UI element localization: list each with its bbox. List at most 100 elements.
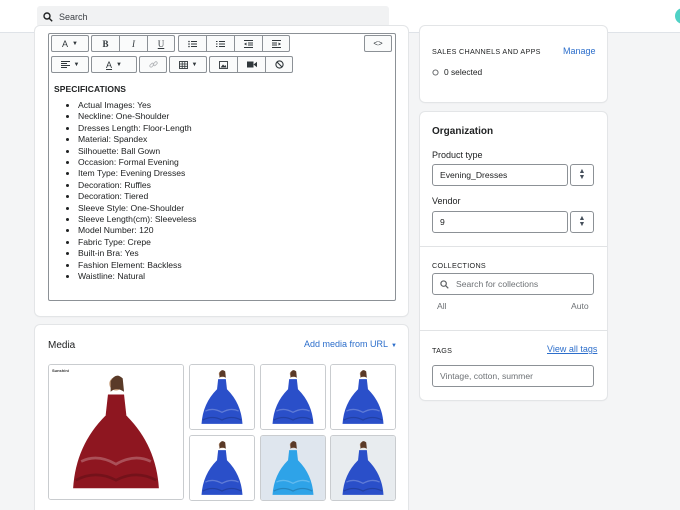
chevron-down-icon: ▼ — [191, 61, 198, 68]
align-left-icon — [60, 61, 70, 68]
list-item: Item Type: Evening Dresses — [78, 168, 391, 179]
brand-watermark: Sunshini — [52, 368, 69, 373]
collections-all-label: All — [437, 301, 447, 311]
media-thumbnail[interactable] — [189, 435, 255, 501]
media-thumbnail[interactable] — [260, 435, 326, 501]
list-item: Model Number: 120 — [78, 225, 391, 236]
sales-channels-status: 0 selected — [432, 67, 482, 77]
vendor-label: Vendor — [432, 196, 461, 206]
list-item: Occasion: Formal Evening — [78, 157, 391, 168]
vendor-select-toggle[interactable]: ▲ ▼ — [570, 211, 594, 233]
media-card: Media Add media from URL ▼ Sunshini — [35, 325, 408, 510]
align-button[interactable]: ▼ — [51, 56, 89, 73]
circle-icon — [432, 68, 439, 76]
editor-toolbar-row-1: A ▼ B I U — [51, 35, 293, 52]
video-icon — [246, 61, 257, 68]
outdent-icon — [244, 39, 253, 48]
underline-button[interactable]: U — [147, 35, 175, 52]
tags-heading: TAGS — [432, 346, 453, 355]
dress-image — [190, 365, 254, 429]
clear-format-button[interactable] — [265, 56, 293, 73]
specifications-heading: SPECIFICATIONS — [54, 84, 127, 94]
outdent-button[interactable] — [234, 35, 262, 52]
link-button[interactable] — [139, 56, 167, 73]
code-icon: <> — [373, 39, 383, 48]
indent-button[interactable] — [262, 35, 290, 52]
rich-text-editor[interactable]: A ▼ B I U <> ▼ A ▼ ▼ SPECIFICATIONS • Ac… — [48, 33, 396, 301]
italic-button[interactable]: I — [119, 35, 147, 52]
html-view-button[interactable]: <> — [364, 35, 392, 52]
media-thumbnail[interactable] — [330, 435, 396, 501]
bullet-list-icon — [188, 40, 197, 47]
numbered-list-button[interactable] — [206, 35, 234, 52]
tags-input[interactable]: Vintage, cotton, summer — [432, 365, 594, 387]
italic-icon: I — [132, 38, 135, 49]
chevron-down-icon: ▼ — [391, 343, 397, 349]
dress-image — [49, 365, 183, 499]
link-icon — [148, 61, 158, 68]
text-color-button[interactable]: A ▼ — [91, 56, 137, 73]
sales-channels-heading: SALES CHANNELS AND APPS — [432, 47, 541, 56]
table-icon — [178, 60, 188, 69]
collections-search-input[interactable]: Search for collections — [432, 273, 594, 295]
list-item: Fabric Type: Crepe — [78, 237, 391, 248]
collections-heading: COLLECTIONS — [432, 261, 487, 270]
view-all-tags-link[interactable]: View all tags — [547, 344, 597, 354]
bold-button[interactable]: B — [91, 35, 119, 52]
vendor-value: 9 — [440, 217, 445, 227]
text-style-icon: A — [62, 38, 69, 49]
editor-toolbar-row-2: ▼ A ▼ ▼ — [51, 56, 296, 73]
organization-title: Organization — [432, 126, 494, 137]
selected-count: 0 selected — [444, 67, 483, 77]
product-type-select-toggle[interactable]: ▲ ▼ — [570, 164, 594, 186]
list-item: Decoration: Tiered — [78, 191, 391, 202]
media-thumbnail-main[interactable]: Sunshini — [48, 364, 184, 500]
chevron-down-icon: ▼ — [116, 61, 122, 68]
image-button[interactable] — [209, 56, 237, 73]
product-type-label: Product type — [432, 150, 483, 160]
table-button[interactable]: ▼ — [169, 56, 207, 73]
collections-placeholder: Search for collections — [456, 279, 539, 289]
list-item: Neckline: One-Shoulder — [78, 111, 391, 122]
sales-channels-card: SALES CHANNELS AND APPS Manage 0 selecte… — [420, 26, 607, 102]
vendor-field[interactable]: 9 — [432, 211, 568, 233]
description-card: A ▼ B I U <> ▼ A ▼ ▼ SPECIFICATIONS • Ac… — [35, 26, 408, 316]
media-thumbnail[interactable] — [260, 364, 326, 430]
list-item: Waistline: Natural — [78, 271, 391, 282]
list-item: Decoration: Ruffles — [78, 180, 391, 191]
add-media-from-url-button[interactable]: Add media from URL ▼ — [304, 339, 397, 349]
numbered-list-icon — [216, 40, 225, 47]
clear-format-icon — [274, 60, 284, 69]
chevron-down-icon: ▼ — [73, 61, 80, 68]
search-icon — [43, 11, 53, 22]
chevron-down-icon: ▼ — [578, 174, 586, 181]
list-item: Sleeve Style: One-Shoulder — [78, 203, 391, 214]
list-item: Sleeve Length(cm): Sleeveless — [78, 214, 391, 225]
media-thumbnail[interactable] — [330, 364, 396, 430]
product-type-value: Evening_Dresses — [440, 170, 508, 180]
manage-link[interactable]: Manage — [563, 46, 596, 56]
list-item: Built-in Bra: Yes — [78, 248, 391, 259]
list-item: Actual Images: Yes — [78, 100, 391, 111]
search-icon — [440, 279, 449, 289]
collections-auto-label: Auto — [571, 301, 589, 311]
product-type-field[interactable]: Evening_Dresses — [432, 164, 568, 186]
editor-content[interactable]: SPECIFICATIONS Actual Images: Yes Neckli… — [54, 84, 391, 283]
divider — [420, 330, 607, 331]
dress-image — [190, 436, 254, 500]
dress-image — [331, 436, 395, 500]
dress-image — [331, 365, 395, 429]
list-item: Silhouette: Ball Gown — [78, 146, 391, 157]
text-style-button[interactable]: A ▼ — [51, 35, 89, 52]
avatar[interactable] — [675, 8, 680, 24]
indent-icon — [271, 39, 281, 48]
bullet-list-button[interactable] — [178, 35, 206, 52]
chevron-down-icon: ▼ — [72, 40, 78, 47]
search-bar[interactable]: Search — [37, 6, 389, 27]
image-icon — [219, 60, 228, 69]
tags-placeholder: Vintage, cotton, summer — [440, 371, 533, 381]
video-button[interactable] — [237, 56, 265, 73]
bold-icon: B — [102, 38, 109, 49]
text-color-icon: A — [106, 59, 113, 70]
media-thumbnail[interactable] — [189, 364, 255, 430]
